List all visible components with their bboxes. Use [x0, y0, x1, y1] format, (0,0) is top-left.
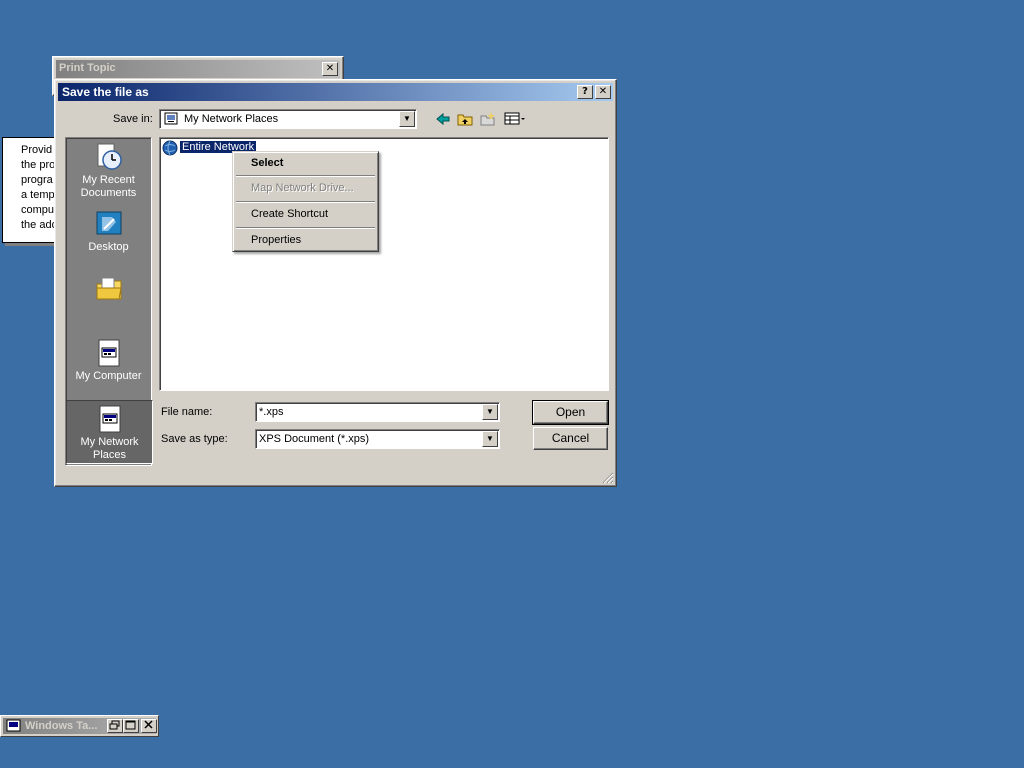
- close-icon: [144, 720, 153, 729]
- minimized-window-title-bar[interactable]: Windows Ta...: [3, 718, 157, 734]
- cancel-button[interactable]: Cancel: [533, 427, 608, 450]
- open-button[interactable]: Open: [532, 400, 609, 425]
- print-topic-title-bar[interactable]: Print Topic ✕: [56, 60, 340, 78]
- help-icon: ?: [582, 86, 588, 97]
- dialog-title: Save the file as: [62, 85, 149, 99]
- restore-icon: [109, 720, 120, 730]
- places-bar: My Recent Documents Desktop My Computer …: [65, 137, 153, 466]
- file-name-label: File name:: [161, 406, 213, 418]
- network-places-icon: [99, 405, 120, 433]
- menu-separator: [236, 201, 375, 203]
- place-my-recent-documents[interactable]: My Recent Documents: [66, 142, 151, 200]
- close-icon: ✕: [598, 86, 608, 97]
- menu-item-select[interactable]: Select: [251, 157, 283, 169]
- menu-item-map-network-drive[interactable]: Map Network Drive...: [251, 182, 354, 194]
- place-label: My Recent Documents: [80, 174, 137, 199]
- place-label: My Network Places: [80, 436, 139, 461]
- help-button[interactable]: ?: [577, 85, 593, 99]
- minimized-window[interactable]: Windows Ta...: [0, 715, 159, 737]
- new-folder-icon[interactable]: [480, 111, 496, 127]
- place-label: Desktop: [88, 241, 129, 253]
- dropdown-arrow-icon[interactable]: ▼: [482, 431, 498, 447]
- maximize-button[interactable]: [123, 719, 139, 733]
- close-icon: ✕: [325, 63, 335, 74]
- desktop-icon: [96, 211, 121, 235]
- resize-grip-icon[interactable]: [602, 472, 614, 484]
- menu-item-create-shortcut[interactable]: Create Shortcut: [251, 208, 328, 220]
- globe-icon: [162, 140, 178, 156]
- place-my-network-places[interactable]: My Network Places: [66, 400, 153, 464]
- menu-separator: [236, 227, 375, 229]
- view-menu-icon[interactable]: [504, 112, 526, 126]
- save-file-dialog[interactable]: Save the file as ? ✕ Save in: My Network…: [54, 79, 617, 487]
- save-in-value: My Network Places: [184, 113, 279, 125]
- dropdown-arrow-icon[interactable]: ▼: [399, 111, 415, 127]
- context-menu[interactable]: Select Map Network Drive... Create Short…: [232, 151, 379, 252]
- restore-button[interactable]: [107, 719, 123, 733]
- dropdown-arrow-icon[interactable]: ▼: [482, 404, 498, 420]
- place-label: My Computer: [75, 370, 142, 382]
- dialog-title-bar[interactable]: Save the file as ? ✕: [58, 83, 613, 101]
- up-folder-icon[interactable]: [457, 111, 473, 127]
- print-topic-title: Print Topic: [59, 62, 116, 74]
- save-as-type-value: XPS Document (*.xps): [259, 433, 370, 445]
- menu-item-properties[interactable]: Properties: [251, 234, 301, 246]
- save-in-label: Save in:: [113, 113, 153, 125]
- menu-separator: [236, 175, 375, 177]
- file-list[interactable]: Entire Network: [159, 137, 609, 391]
- dialog-close-button[interactable]: ✕: [595, 85, 611, 99]
- my-documents-folder-icon: [96, 277, 122, 300]
- my-computer-icon: [98, 339, 119, 367]
- file-name-field[interactable]: *.xps ▼: [255, 402, 500, 422]
- minimized-window-title: Windows Ta...: [25, 720, 98, 732]
- network-places-icon: [164, 112, 178, 125]
- back-arrow-icon[interactable]: [435, 112, 451, 126]
- place-my-documents[interactable]: [66, 274, 151, 306]
- save-as-type-select[interactable]: XPS Document (*.xps) ▼: [255, 429, 500, 449]
- print-topic-close-button[interactable]: ✕: [322, 62, 338, 76]
- save-in-combo[interactable]: My Network Places ▼: [159, 109, 417, 129]
- save-as-type-label: Save as type:: [161, 433, 228, 445]
- place-my-computer[interactable]: My Computer: [66, 338, 151, 383]
- recent-documents-icon: [97, 143, 122, 170]
- app-window-icon: [6, 719, 21, 732]
- maximize-icon: [125, 720, 136, 730]
- close-button[interactable]: [141, 719, 157, 733]
- file-name-value: *.xps: [259, 406, 284, 418]
- place-desktop[interactable]: Desktop: [66, 209, 151, 254]
